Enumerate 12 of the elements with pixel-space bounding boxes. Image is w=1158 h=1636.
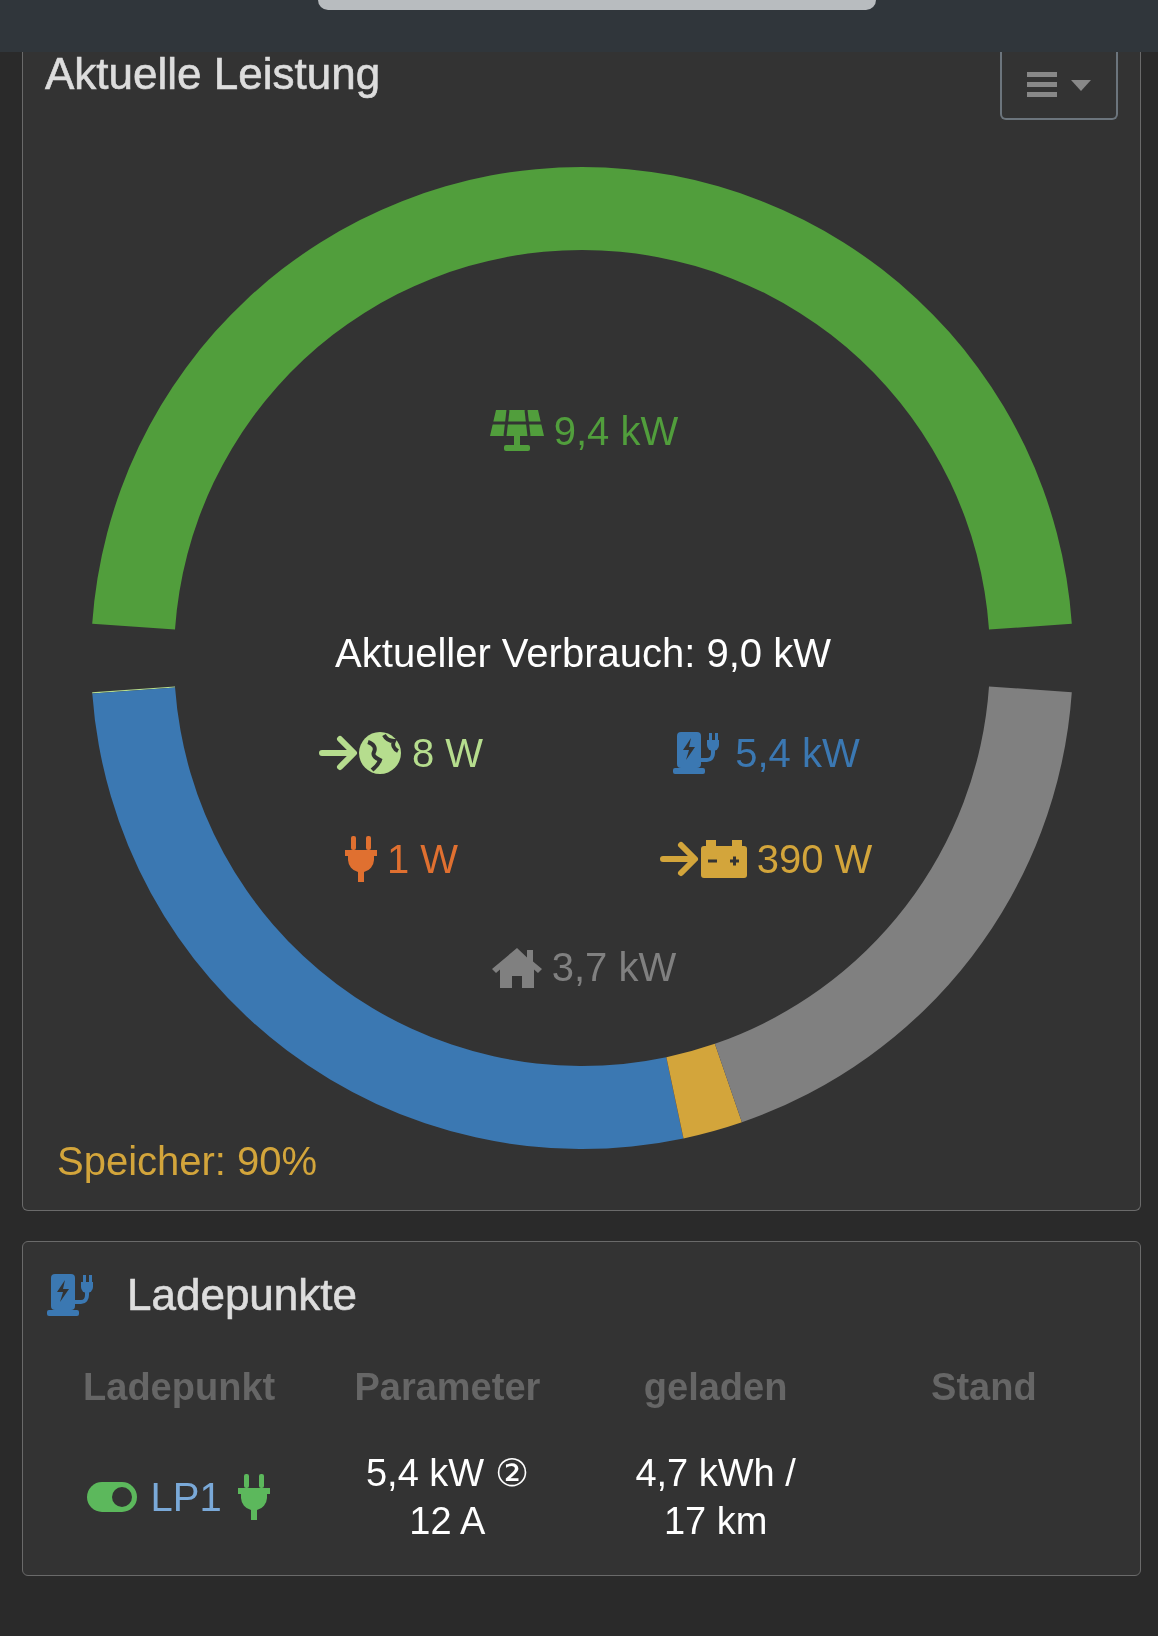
- power-value: 1 W: [386, 836, 459, 882]
- storage-label: Speicher: 90%: [57, 1139, 318, 1184]
- power-value: 8 W: [411, 730, 484, 776]
- power-value: 5,4 kW: [735, 730, 860, 776]
- card-title: Aktuelle Leistung: [45, 52, 381, 96]
- card-title: Ladepunkte: [127, 1273, 357, 1317]
- power-value: 3,7 kW: [551, 944, 677, 990]
- consumption-label: Aktueller Verbrauch: 9,0 kW: [335, 631, 831, 676]
- table-cell-text: 4,7 kWh / 17 km: [634, 1451, 797, 1544]
- table-cell-text: 5,4 kW ② 12 A: [364, 1451, 530, 1544]
- power-value: 390 W: [756, 836, 873, 882]
- power-value: 9,4 kW: [553, 408, 679, 454]
